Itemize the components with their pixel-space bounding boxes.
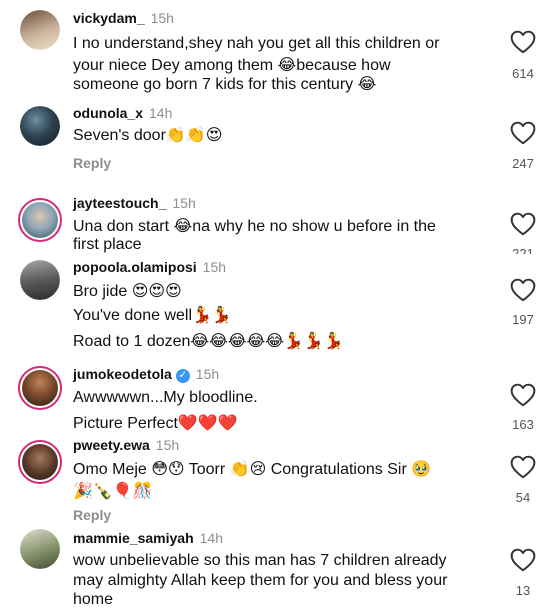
timestamp: 14h xyxy=(199,530,223,546)
like-count: 221 xyxy=(512,246,534,254)
like-count: 614 xyxy=(512,66,534,81)
comment-header: pweety.ewa 15h xyxy=(73,437,179,453)
comment-header: popoola.olamiposi 15h xyxy=(73,259,226,275)
avatar[interactable] xyxy=(20,260,60,300)
comment-header: odunola_x 14h xyxy=(73,105,172,121)
comment-text-line: 🎉🍾🎈🎊 xyxy=(73,483,153,500)
like-count: 247 xyxy=(512,156,534,171)
comment-text-line: wow unbelievable so this man has 7 child… xyxy=(73,552,447,569)
heart-outline-icon[interactable] xyxy=(510,383,536,407)
avatar[interactable] xyxy=(18,366,62,410)
heart-outline-icon[interactable] xyxy=(510,30,536,54)
comment-header: mammie_samiyah 14h xyxy=(73,530,223,546)
username[interactable]: mammie_samiyah xyxy=(73,530,194,546)
comment-text-line: Omo Meje 😳😯 Toorr 👏😢 Congratulations Sir… xyxy=(73,461,432,478)
comment-text-line: first place xyxy=(73,236,142,253)
heart-outline-icon[interactable] xyxy=(510,212,536,236)
comment-text-line: your niece Dey among them 😂because how xyxy=(73,57,391,74)
username[interactable]: odunola_x xyxy=(73,105,143,121)
comment-text-line: I no understand,shey nah you get all thi… xyxy=(73,35,440,52)
comment-text-line: may almighty Allah keep them for you and… xyxy=(73,572,448,589)
username[interactable]: jayteestouch_ xyxy=(73,195,166,211)
comment-text-line: Seven's door👏👏😍 xyxy=(73,127,223,144)
reply-button[interactable]: Reply xyxy=(73,507,111,523)
heart-outline-icon[interactable] xyxy=(510,548,536,572)
comment-text-line: Bro jide 😍😍😍 xyxy=(73,283,182,300)
heart-outline-icon[interactable] xyxy=(510,278,536,302)
comment-header: jumokeodetola ✓ 15h xyxy=(73,366,219,383)
username[interactable]: popoola.olamiposi xyxy=(73,259,197,275)
like-count: 163 xyxy=(512,417,534,432)
like-count: 54 xyxy=(515,490,531,505)
comment-text-line: You've done well💃💃 xyxy=(73,307,232,324)
comment-text-line: home xyxy=(73,591,114,608)
comment-text-line: Picture Perfect❤️❤️❤️ xyxy=(73,415,238,432)
comment-text-line: Road to 1 dozen😂😂😂😂😂💃💃💃 xyxy=(73,333,344,350)
avatar[interactable] xyxy=(18,440,62,484)
timestamp: 15h xyxy=(172,195,196,211)
comment-text-line: someone go born 7 kids for this century … xyxy=(73,76,377,93)
comment-header: vickydam_ 15h xyxy=(73,10,174,26)
reply-button[interactable]: Reply xyxy=(73,155,111,171)
avatar[interactable] xyxy=(20,529,60,569)
avatar[interactable] xyxy=(18,198,62,242)
like-count: 13 xyxy=(515,583,531,598)
like-count: 197 xyxy=(512,312,534,327)
heart-outline-icon[interactable] xyxy=(510,121,536,145)
timestamp: 15h xyxy=(202,259,227,275)
timestamp: 15h xyxy=(155,437,180,453)
avatar[interactable] xyxy=(20,10,60,50)
verified-badge-icon: ✓ xyxy=(175,369,190,383)
comment-header: jayteestouch_ 15h xyxy=(73,195,196,211)
timestamp: 14h xyxy=(149,105,173,121)
timestamp: 15h xyxy=(195,366,220,382)
username[interactable]: pweety.ewa xyxy=(73,437,150,453)
heart-outline-icon[interactable] xyxy=(510,455,536,479)
username[interactable]: jumokeodetola xyxy=(73,366,172,382)
avatar[interactable] xyxy=(20,106,60,146)
comment-text-line: Awwwwwn...My bloodline. xyxy=(73,389,258,406)
comment-text-line: Una don start 😂na why he no show u befor… xyxy=(73,218,436,235)
timestamp: 15h xyxy=(150,10,174,26)
username[interactable]: vickydam_ xyxy=(73,10,145,26)
